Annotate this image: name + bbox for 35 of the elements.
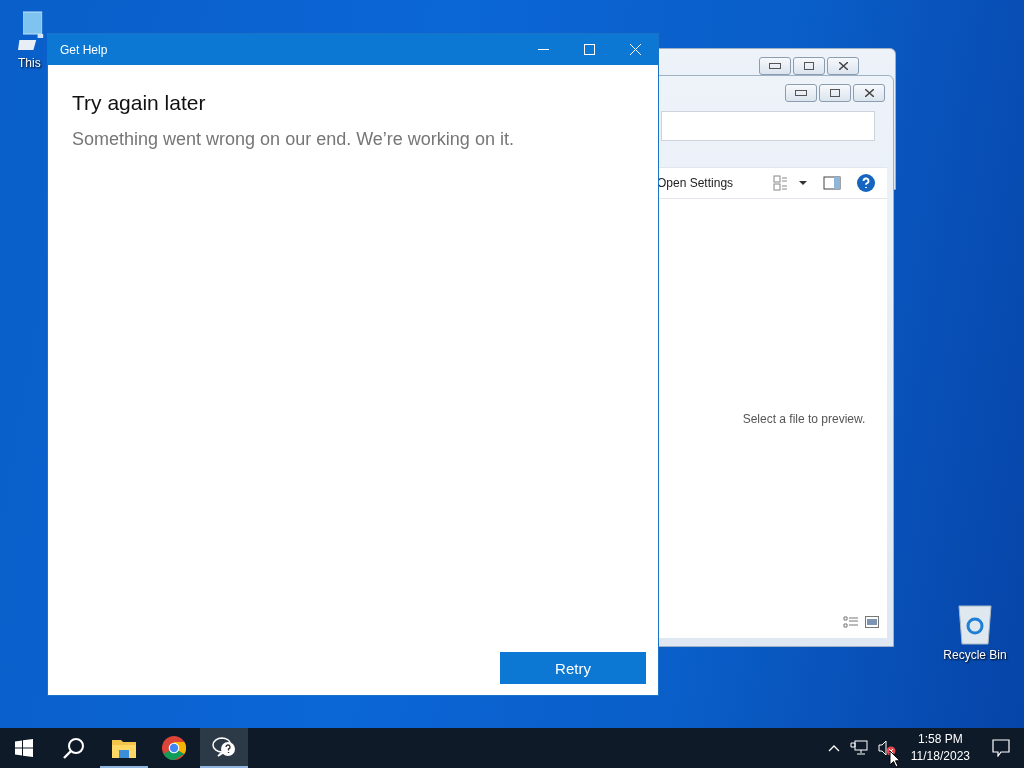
close-icon bbox=[838, 62, 848, 70]
browser-icon bbox=[162, 736, 186, 760]
preview-pane-icon[interactable] bbox=[823, 176, 842, 190]
details-view-icon[interactable] bbox=[843, 616, 859, 628]
retry-button[interactable]: Retry bbox=[500, 652, 646, 684]
restore-button[interactable] bbox=[793, 57, 825, 75]
preview-message: Select a file to preview. bbox=[741, 411, 866, 426]
close-button[interactable] bbox=[827, 57, 859, 75]
window-title: Get Help bbox=[60, 42, 109, 57]
speech-bubble-icon bbox=[992, 739, 1010, 757]
view-options-icon[interactable] bbox=[773, 175, 808, 191]
minimize-button[interactable] bbox=[759, 57, 791, 75]
help-chat-button[interactable] bbox=[200, 728, 248, 768]
help-chat-icon bbox=[211, 736, 237, 760]
desktop-icon-label[interactable]: This bbox=[18, 56, 41, 70]
restore-button[interactable] bbox=[819, 84, 851, 102]
address-field[interactable] bbox=[661, 111, 875, 141]
recycle-bin-icon[interactable] bbox=[955, 602, 995, 646]
clock-date[interactable]: 11/18/2023 bbox=[910, 748, 970, 765]
clock-time[interactable]: 1:58 PM bbox=[918, 731, 963, 748]
windows-logo-icon bbox=[15, 739, 33, 757]
error-heading: Try again later bbox=[72, 91, 207, 115]
close-button[interactable] bbox=[853, 84, 885, 102]
large-icons-view-icon[interactable] bbox=[865, 616, 879, 628]
help-icon[interactable] bbox=[857, 174, 876, 192]
minimize-button[interactable] bbox=[785, 84, 817, 102]
chevron-up-icon bbox=[827, 744, 840, 752]
search-icon bbox=[63, 737, 85, 759]
folder-icon bbox=[112, 738, 136, 758]
close-icon bbox=[864, 89, 874, 97]
desktop-icon-label[interactable]: Recycle Bin bbox=[943, 648, 1007, 662]
error-message: Something went wrong on our end. We’re working on it. bbox=[72, 129, 515, 150]
close-icon bbox=[629, 44, 641, 55]
mouse-cursor-icon bbox=[889, 750, 901, 768]
maximize-icon bbox=[583, 44, 595, 55]
